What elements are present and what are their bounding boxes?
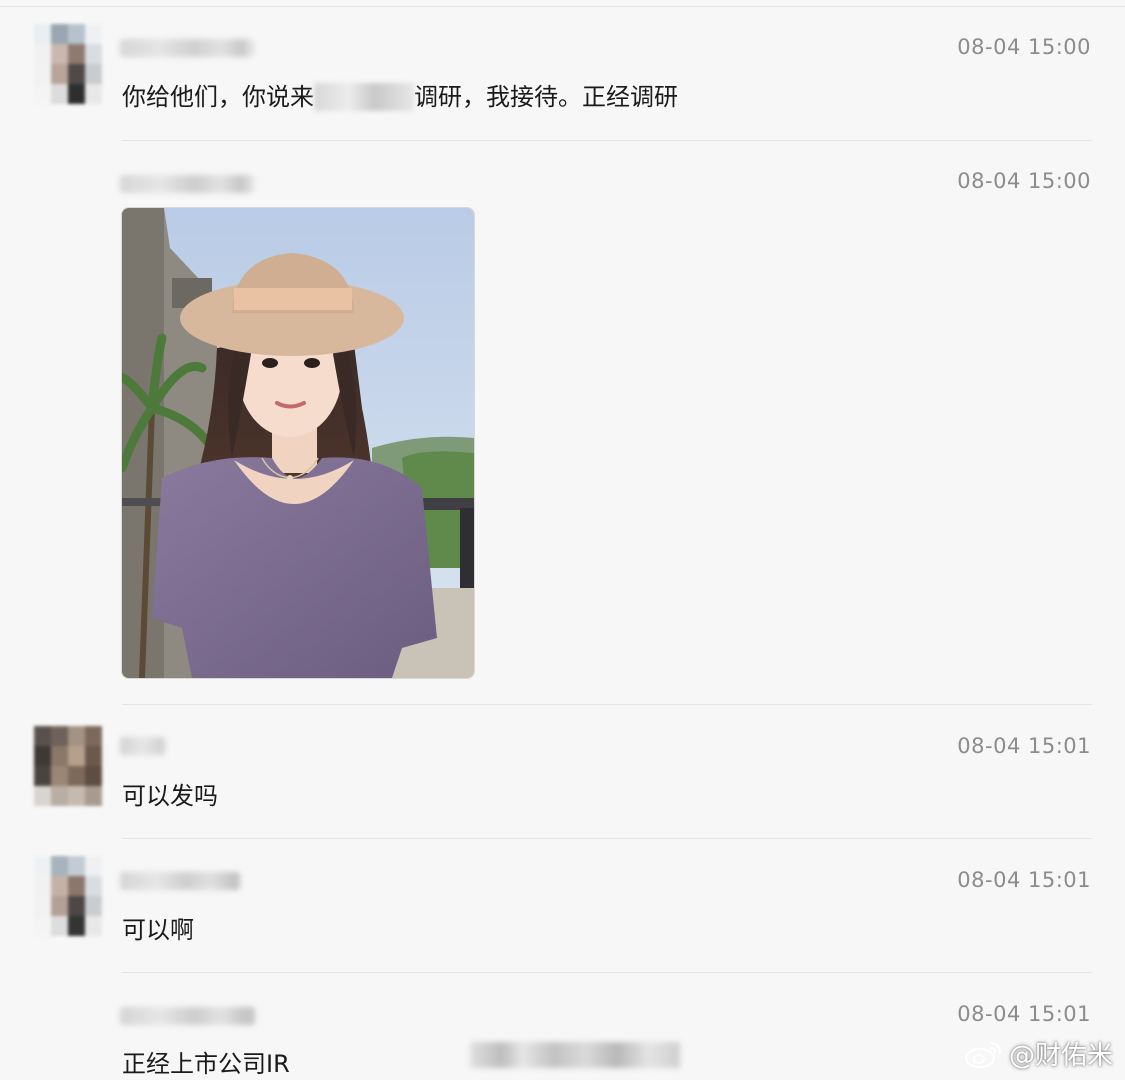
message-text: 可以发吗 xyxy=(122,782,218,810)
message-timestamp: 08-04 15:01 xyxy=(957,734,1091,758)
weibo-logo-icon xyxy=(964,1041,1002,1068)
message-divider xyxy=(122,704,1092,705)
woman-with-straw-hat-photo xyxy=(122,208,474,678)
message-text-end: 调研，我接待。正经调研 xyxy=(414,83,678,111)
message-text: 可以啊 xyxy=(122,916,194,944)
top-divider xyxy=(0,6,1125,7)
sender-name-redacted xyxy=(120,175,255,193)
sender-name-redacted xyxy=(120,1007,255,1025)
message-divider xyxy=(122,140,1092,141)
redacted-text xyxy=(314,83,414,111)
sender-name-redacted xyxy=(120,872,240,890)
message-text: 你给他们，你说来 调研，我接待。正经调研 xyxy=(122,77,678,112)
message-text-start: 你给他们，你说来 xyxy=(122,83,314,111)
watermark-text: @财佑米 xyxy=(1008,1041,1113,1071)
message-divider xyxy=(122,972,1092,973)
sender-name-redacted xyxy=(120,39,255,57)
redacted-region xyxy=(470,1042,680,1068)
avatar[interactable] xyxy=(34,726,102,806)
avatar[interactable] xyxy=(34,856,102,936)
message-timestamp: 08-04 15:00 xyxy=(957,169,1091,193)
message-timestamp: 08-04 15:00 xyxy=(957,35,1091,59)
message-timestamp: 08-04 15:01 xyxy=(957,868,1091,892)
message-text: 正经上市公司IR xyxy=(122,1050,290,1078)
message-timestamp: 08-04 15:01 xyxy=(957,1002,1091,1026)
avatar[interactable] xyxy=(34,24,102,104)
photo-message[interactable] xyxy=(121,207,475,679)
sender-name-redacted xyxy=(120,737,165,755)
message-divider xyxy=(122,838,1092,839)
watermark: @财佑米 xyxy=(963,1035,1113,1072)
